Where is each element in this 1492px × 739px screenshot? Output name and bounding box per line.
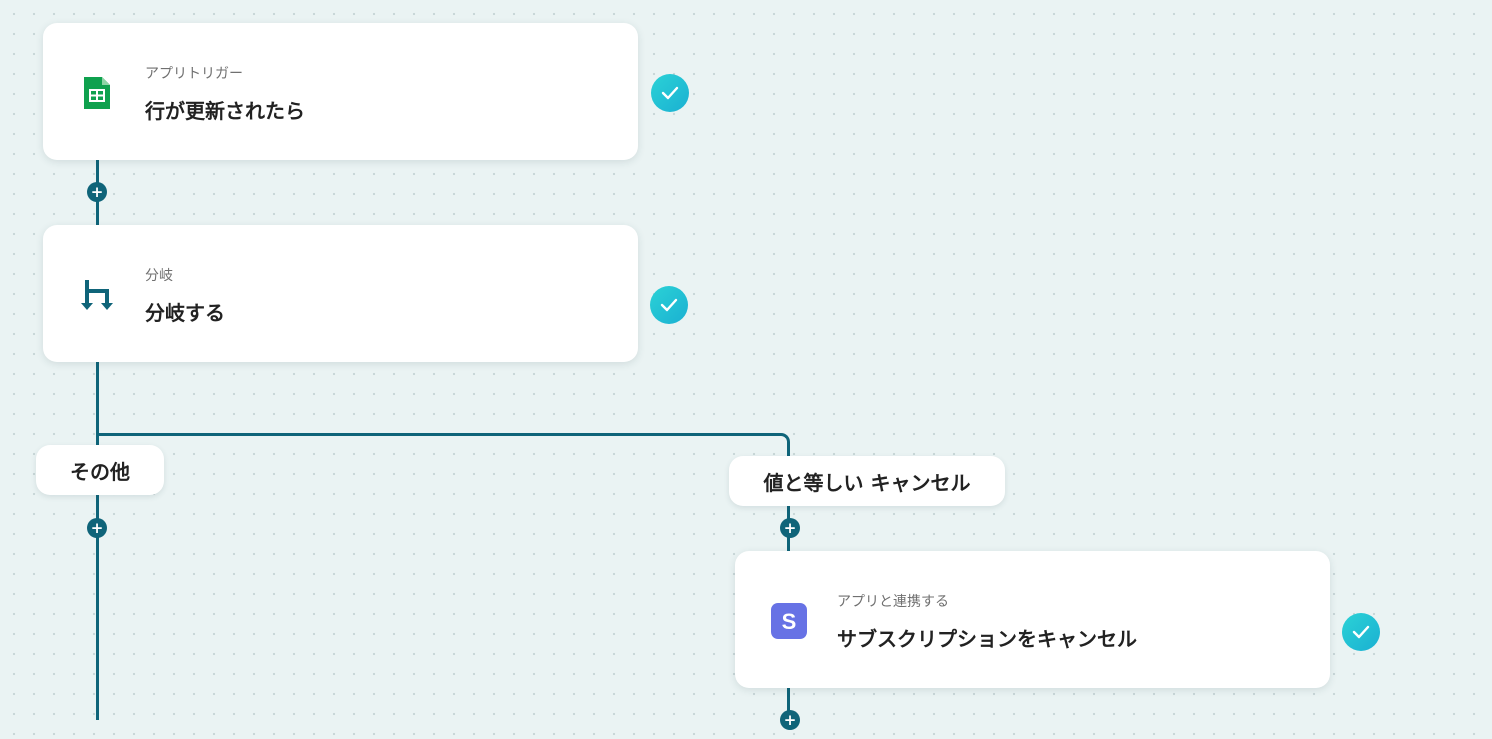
svg-text:S: S — [782, 609, 797, 634]
connector-line-branch-horizontal — [96, 433, 780, 436]
step-title: 行が更新されたら — [145, 99, 305, 123]
completed-check-icon — [650, 286, 688, 324]
branch-label-other[interactable]: その他 — [36, 445, 164, 495]
step-title: 分岐する — [145, 301, 225, 325]
add-step-button[interactable]: + — [87, 182, 107, 202]
completed-check-icon — [1342, 613, 1380, 651]
trigger-step-card[interactable]: アプリトリガー 行が更新されたら — [43, 23, 638, 160]
app-action-step-card[interactable]: S アプリと連携する サブスクリプションをキャンセル — [735, 551, 1330, 688]
branch-label-condition[interactable]: 値と等しい キャンセル — [729, 456, 1005, 506]
add-step-button[interactable]: + — [87, 518, 107, 538]
add-step-button[interactable]: + — [780, 518, 800, 538]
google-sheets-icon — [79, 75, 115, 111]
step-subtitle: アプリと連携する — [837, 594, 949, 610]
step-title: サブスクリプションをキャンセル — [837, 627, 1137, 651]
completed-check-icon — [651, 74, 689, 112]
stripe-icon: S — [771, 603, 807, 639]
branch-icon — [79, 277, 115, 313]
step-subtitle: アプリトリガー — [145, 66, 243, 82]
branch-step-card[interactable]: 分岐 分岐する — [43, 225, 638, 362]
add-step-button[interactable]: + — [780, 710, 800, 730]
step-subtitle: 分岐 — [145, 268, 173, 284]
